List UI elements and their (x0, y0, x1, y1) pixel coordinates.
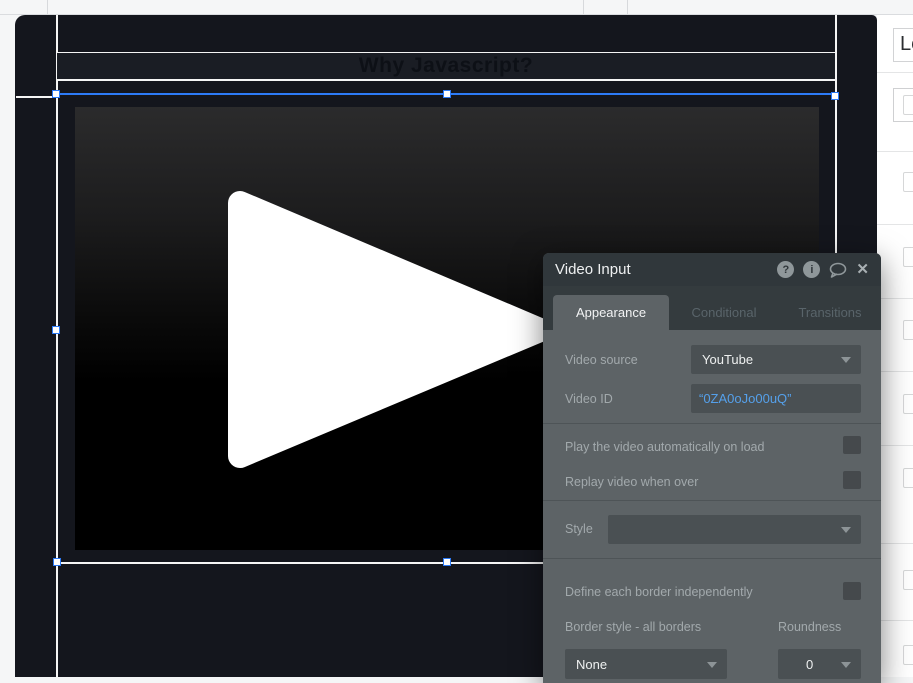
row-separator (877, 224, 913, 225)
style-dropdown[interactable] (608, 515, 861, 544)
chevron-down-icon (707, 662, 717, 668)
cutoff-checkbox[interactable] (903, 570, 913, 590)
cutoff-text-box: Le (893, 28, 913, 62)
cutoff-checkbox[interactable] (903, 247, 913, 267)
row-separator (877, 151, 913, 152)
selection-handle-bottom-middle[interactable] (443, 558, 451, 566)
cutoff-checkbox[interactable] (903, 320, 913, 340)
selection-handle-top-left[interactable] (52, 90, 60, 98)
right-preview-strip: Le (877, 15, 913, 677)
style-label: Style (565, 522, 593, 536)
help-icon[interactable]: ? (777, 261, 794, 278)
cutoff-text: Le (900, 33, 913, 55)
video-source-dropdown[interactable]: YouTube (691, 345, 861, 374)
element-outline-horizontal (56, 79, 836, 81)
chevron-down-icon (841, 357, 851, 363)
tab-appearance[interactable]: Appearance (553, 295, 669, 330)
topbar-divider (47, 0, 48, 14)
roundness-label: Roundness (778, 620, 841, 634)
appearance-tab-content: Video source YouTube Video ID “0ZA0oJo00… (543, 330, 881, 683)
row-separator (877, 72, 913, 73)
border-style-dropdown[interactable]: None (565, 649, 727, 679)
cutoff-checkbox[interactable] (903, 468, 913, 488)
cutoff-checkbox[interactable] (903, 645, 913, 665)
style-section: Style (543, 501, 881, 559)
property-editor-tabs: Appearance Conditional Transitions (543, 286, 881, 330)
property-editor-header[interactable]: Video Input ? i ✕ (543, 253, 881, 286)
element-outline-vertical-left (56, 15, 58, 677)
border-style-value: None (576, 657, 607, 672)
video-source-value: YouTube (702, 352, 753, 367)
roundness-dropdown[interactable]: 0 (778, 649, 861, 679)
autoplay-checkbox[interactable] (843, 436, 861, 454)
property-editor-panel: Video Input ? i ✕ Appearance Conditional… (543, 253, 881, 683)
cutoff-checkbox[interactable] (903, 172, 913, 192)
info-icon[interactable]: i (803, 261, 820, 278)
topbar-divider (627, 0, 628, 14)
video-id-label: Video ID (565, 392, 613, 406)
page-title: Why Javascript? (359, 54, 533, 78)
chevron-down-icon (841, 527, 851, 533)
roundness-value: 0 (806, 657, 813, 672)
replay-checkbox[interactable] (843, 471, 861, 489)
close-icon[interactable]: ✕ (856, 262, 869, 277)
row-separator (877, 445, 913, 446)
video-id-input[interactable]: “0ZA0oJo00uQ” (691, 384, 861, 413)
define-borders-label: Define each border independently (565, 585, 753, 599)
border-section: Define each border independently Border … (543, 559, 881, 683)
tab-transitions[interactable]: Transitions (779, 295, 881, 330)
video-source-label: Video source (565, 353, 638, 367)
selection-handle-bottom-left[interactable] (53, 558, 61, 566)
comment-icon[interactable] (829, 262, 847, 278)
selection-handle-top-right[interactable] (831, 92, 839, 100)
element-outline-horizontal (16, 96, 56, 98)
row-separator (877, 298, 913, 299)
tab-conditional[interactable]: Conditional (669, 295, 779, 330)
editor-topbar (0, 0, 913, 15)
replay-label: Replay video when over (565, 475, 698, 489)
row-separator (877, 543, 913, 544)
row-separator (877, 371, 913, 372)
property-editor-title: Video Input (555, 261, 777, 278)
autoplay-label: Play the video automatically on load (565, 440, 764, 454)
cutoff-checkbox[interactable] (903, 394, 913, 414)
topbar-divider (583, 0, 584, 14)
canvas-text-element[interactable]: Why Javascript? (57, 53, 835, 79)
playback-options-section: Play the video automatically on load Rep… (543, 424, 881, 501)
video-id-value: “0ZA0oJo00uQ” (699, 391, 792, 406)
selection-handle-top-middle[interactable] (443, 90, 451, 98)
row-separator (877, 620, 913, 621)
border-style-label: Border style - all borders (565, 620, 701, 634)
cutoff-checkbox[interactable] (903, 95, 913, 115)
selection-handle-middle-left[interactable] (52, 326, 60, 334)
chevron-down-icon (841, 662, 851, 668)
video-source-section: Video source YouTube Video ID “0ZA0oJo00… (543, 330, 881, 424)
define-borders-checkbox[interactable] (843, 582, 861, 600)
